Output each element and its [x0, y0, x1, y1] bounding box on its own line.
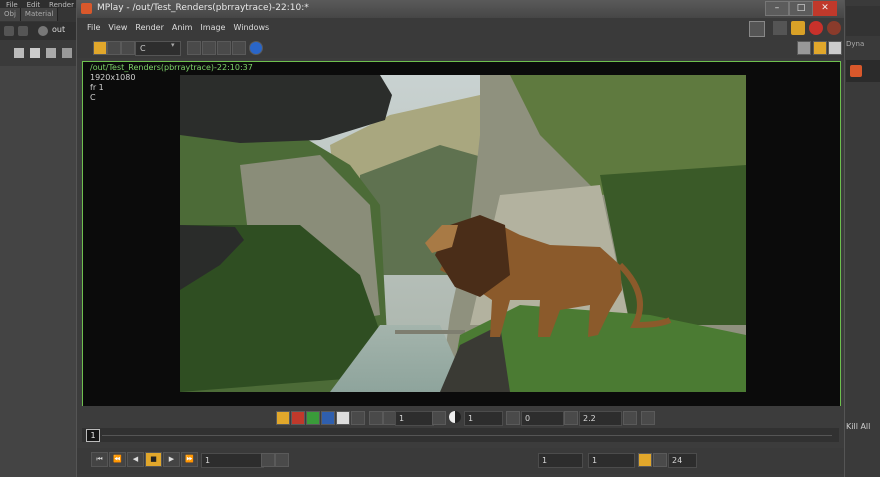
mplay-window: MPlay - /out/Test_Renders(pbrraytrace)-2… [76, 0, 845, 477]
background-shelf [846, 60, 880, 82]
brightness-icon[interactable] [369, 411, 383, 425]
window-title: MPlay - /out/Test_Renders(pbrraytrace)-2… [97, 3, 309, 13]
rgb-icon[interactable] [276, 411, 290, 425]
minimize-button[interactable]: – [765, 1, 789, 16]
timeline[interactable]: 1 [82, 428, 839, 442]
background-toolbar [0, 42, 78, 66]
grid-icon[interactable] [46, 48, 56, 58]
toolbar [77, 38, 844, 58]
settings-icon[interactable] [813, 41, 827, 55]
bg-right-tab-label[interactable]: Dyna [846, 40, 864, 48]
bg-tab-material[interactable]: Material [20, 8, 59, 21]
start-frame-field[interactable]: 1 [538, 453, 583, 468]
menu-image[interactable]: Image [196, 18, 229, 38]
frame-step-up-icon[interactable] [275, 453, 289, 467]
offset-icon[interactable] [506, 411, 520, 425]
forward-arrow-icon[interactable] [18, 26, 28, 36]
frame-step-down-icon[interactable] [261, 453, 275, 467]
mplay-app-icon [81, 3, 92, 14]
background-path-bar: out [0, 22, 78, 40]
step-back-button[interactable]: ⏪ [109, 452, 126, 467]
stop-button[interactable]: ■ [145, 452, 162, 467]
menu-windows[interactable]: Windows [229, 18, 273, 38]
stop-render-icon[interactable] [809, 21, 823, 35]
brightness-field[interactable]: 1 [395, 411, 434, 426]
maximize-button[interactable]: □ [789, 1, 813, 16]
frame-icon[interactable] [232, 41, 246, 55]
pin-icon[interactable] [773, 21, 787, 35]
rendered-image [180, 75, 746, 392]
loop-icon[interactable] [653, 453, 667, 467]
current-frame-field[interactable]: 1 [201, 453, 264, 468]
play-button[interactable]: ▶ [163, 452, 180, 467]
shelf-tool-icon[interactable] [850, 65, 862, 77]
gamma-field[interactable]: 2.2 [579, 411, 622, 426]
menu-anim[interactable]: Anim [168, 18, 197, 38]
end-frame-field[interactable]: 1 [588, 453, 635, 468]
chevron-down-icon[interactable]: ▾ [171, 41, 179, 54]
menu-render[interactable]: Render [131, 18, 167, 38]
network-icon[interactable] [38, 26, 48, 36]
offset-field[interactable]: 0 [521, 411, 564, 426]
green-channel-icon[interactable] [306, 411, 320, 425]
fps-field[interactable]: 24 [668, 453, 697, 468]
image-path: /out/Test_Renders(pbrraytrace)-22:10:37 [90, 63, 253, 72]
layout-icon[interactable] [749, 21, 765, 37]
histogram-icon[interactable] [641, 411, 655, 425]
close-button[interactable]: ✕ [813, 1, 837, 16]
jump-start-button[interactable]: ⏮ [91, 452, 108, 467]
grid-view-icon[interactable] [828, 41, 842, 55]
zoom-out-icon[interactable] [202, 41, 216, 55]
cancel-render-icon[interactable] [827, 21, 841, 35]
list-icon[interactable] [30, 48, 40, 58]
compare-icon[interactable] [107, 41, 121, 55]
timeline-track [102, 435, 832, 436]
kill-all-button[interactable]: Kill All [846, 422, 870, 431]
blue-channel-icon[interactable] [321, 411, 335, 425]
play-reverse-button[interactable]: ◀ [127, 452, 144, 467]
contrast-field[interactable]: 1 [464, 411, 503, 426]
menu-view[interactable]: View [104, 18, 131, 38]
red-channel-icon[interactable] [291, 411, 305, 425]
layout-icon[interactable] [14, 48, 24, 58]
snapshot-icon[interactable] [93, 41, 107, 55]
luminance-icon[interactable] [351, 411, 365, 425]
back-arrow-icon[interactable] [4, 26, 14, 36]
playback-bar: ⏮ ⏪ ◀ ■ ▶ ⏩ 1 1 1 24 [77, 448, 844, 474]
step-forward-button[interactable]: ⏩ [181, 452, 198, 467]
menu-bar: File View Render Anim Image Windows [77, 18, 844, 38]
current-frame-marker[interactable]: 1 [86, 429, 100, 442]
bg-tab-obj[interactable]: Obj [0, 8, 21, 21]
contrast-icon[interactable] [449, 411, 461, 423]
lut-icon[interactable] [623, 411, 637, 425]
mask-icon[interactable] [121, 41, 135, 55]
path-label[interactable]: out [52, 25, 65, 34]
background-network-panel [0, 66, 76, 477]
tile-icon[interactable] [62, 48, 72, 58]
display-controls: 1 1 0 2.2 [77, 406, 844, 428]
realtime-icon[interactable] [638, 453, 652, 467]
lock-icon[interactable] [791, 21, 805, 35]
rendered-image-svg [180, 75, 746, 392]
alpha-channel-icon[interactable] [336, 411, 350, 425]
menu-file[interactable]: File [83, 18, 104, 38]
gamma-icon[interactable] [564, 411, 578, 425]
display-icon[interactable] [797, 41, 811, 55]
info-icon[interactable] [249, 41, 263, 55]
background-right-toolbar [846, 6, 880, 36]
home-icon[interactable] [217, 41, 231, 55]
reset-icon[interactable] [432, 411, 446, 425]
image-viewer[interactable]: /out/Test_Renders(pbrraytrace)-22:10:37 … [82, 61, 841, 408]
background-tabs: Obj Material [0, 8, 78, 22]
zoom-in-icon[interactable] [187, 41, 201, 55]
title-bar[interactable]: MPlay - /out/Test_Renders(pbrraytrace)-2… [77, 0, 844, 18]
